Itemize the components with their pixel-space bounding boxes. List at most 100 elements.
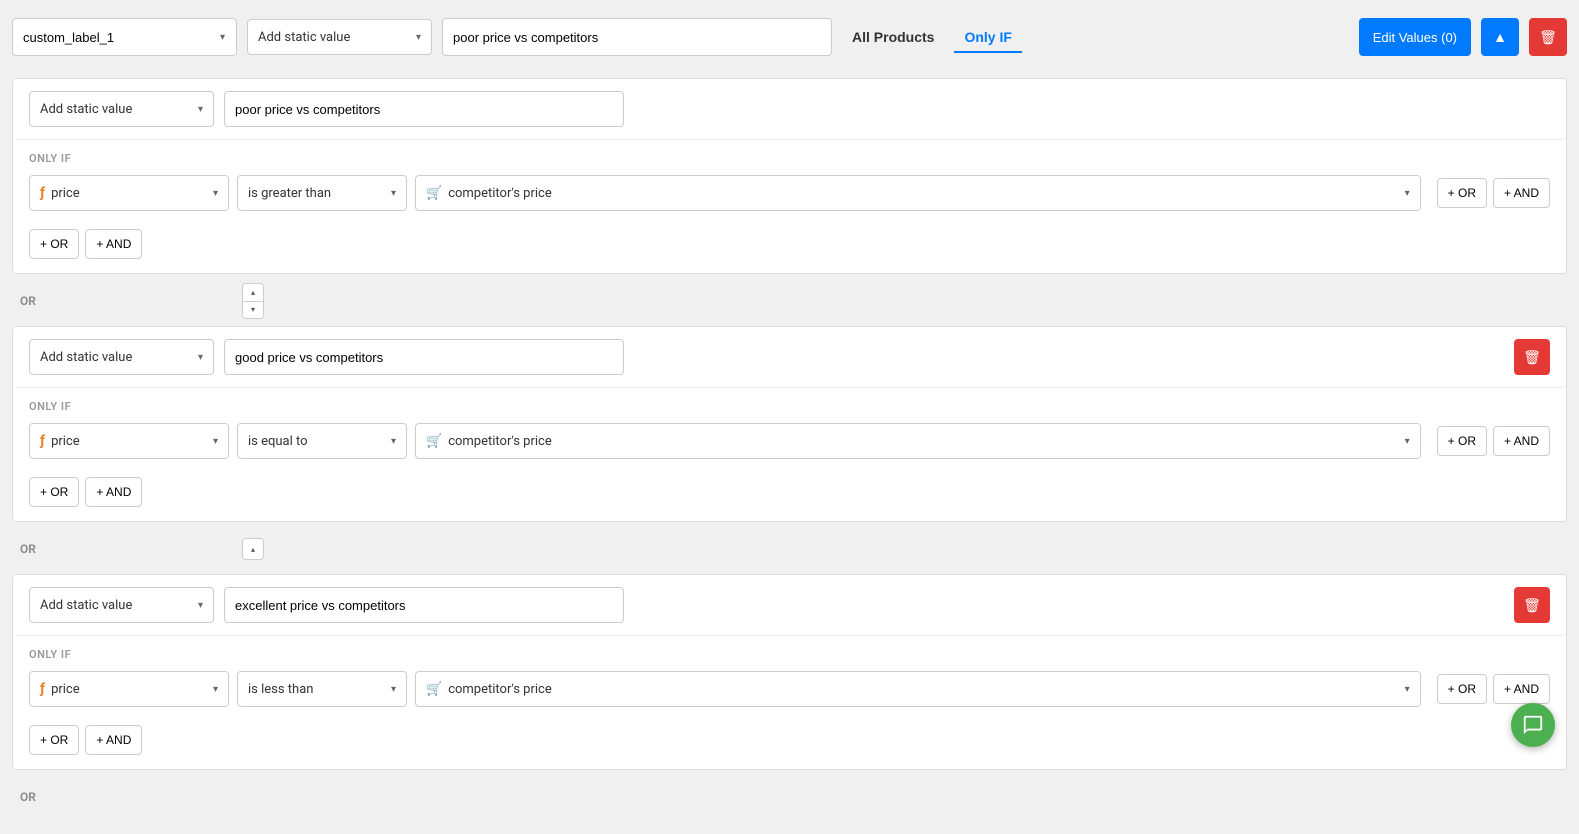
only-if-tab[interactable]: Only IF — [954, 23, 1021, 53]
label-chevron[interactable]: ▾ — [209, 18, 237, 56]
only-if-label-1: ONLY IF — [29, 152, 1550, 165]
reorder-btns-2: ▴ — [242, 538, 264, 560]
rule-3-only-if-header: ONLY IF ƒ price ▾ is less than ▾ 🛒 compe… — [13, 636, 1566, 721]
static-dropdown-label-2: Add static value — [40, 350, 132, 365]
or-label-3: OR — [20, 790, 36, 804]
action-btns-3: + OR + AND — [1437, 674, 1550, 704]
and-button-2[interactable]: + AND — [1493, 426, 1550, 456]
rule-1-value-input[interactable] — [224, 91, 624, 127]
only-if-label-2: ONLY IF — [29, 400, 1550, 413]
static-value-dropdown[interactable]: Add static value ▾ — [247, 19, 432, 55]
caret-icon-3: ▾ — [198, 600, 203, 611]
trash-icon-2: 🗑 — [1523, 349, 1541, 366]
caret-field-1: ▾ — [213, 188, 218, 199]
static-dropdown-label-1: Add static value — [40, 102, 132, 117]
condition-op-3[interactable]: is less than ▾ — [237, 671, 407, 707]
f-icon-3: ƒ — [40, 681, 45, 697]
bottom-btns-3: + OR + AND — [13, 721, 1566, 769]
delete-rule-3[interactable]: 🗑 — [1514, 587, 1550, 623]
static-dropdown-label-3: Add static value — [40, 598, 132, 613]
and-btn-bottom-1[interactable]: + AND — [85, 229, 142, 259]
and-button-1[interactable]: + AND — [1493, 178, 1550, 208]
static-dropdown-3[interactable]: Add static value ▾ — [29, 587, 214, 623]
condition-field-3[interactable]: ƒ price ▾ — [29, 671, 229, 707]
condition-field-label-3: price — [51, 682, 80, 697]
reorder-btns-1: ▴ ▾ — [242, 283, 264, 319]
edit-values-button[interactable]: Edit Values (0) — [1359, 18, 1471, 56]
f-icon-2: ƒ — [40, 433, 45, 449]
caret-icon: ▾ — [198, 104, 203, 115]
or-separator-3: OR — [12, 772, 1567, 822]
static-row-3: Add static value ▾ 🗑 — [13, 575, 1566, 636]
and-btn-bottom-3[interactable]: + AND — [85, 725, 142, 755]
condition-val-1[interactable]: 🛒 competitor's price ▾ — [415, 175, 1421, 211]
chat-bubble[interactable] — [1511, 703, 1555, 747]
condition-val-2[interactable]: 🛒 competitor's price ▾ — [415, 423, 1421, 459]
main-container: ▾ Add static value ▾ All Products Only I… — [0, 0, 1579, 834]
action-btns-1: + OR + AND — [1437, 178, 1550, 208]
static-row-1: Add static value ▾ — [13, 79, 1566, 140]
or-label-1: OR — [20, 294, 36, 308]
or-btn-bottom-3[interactable]: + OR — [29, 725, 79, 755]
reorder-up-1[interactable]: ▴ — [243, 284, 263, 302]
reorder-down-1[interactable]: ▾ — [243, 302, 263, 319]
condition-val-label-2: competitor's price — [448, 434, 552, 449]
value-input-1[interactable] — [442, 18, 832, 56]
condition-row-1: ƒ price ▾ is greater than ▾ 🛒 competitor… — [29, 175, 1550, 211]
or-button-1[interactable]: + OR — [1437, 178, 1487, 208]
condition-op-1[interactable]: is greater than ▾ — [237, 175, 407, 211]
caret-op-1: ▾ — [391, 188, 396, 199]
condition-field-label-2: price — [51, 434, 80, 449]
condition-field-1[interactable]: ƒ price ▾ — [29, 175, 229, 211]
static-dropdown-2[interactable]: Add static value ▾ — [29, 339, 214, 375]
condition-op-label-1: is greater than — [248, 186, 331, 201]
and-button-3[interactable]: + AND — [1493, 674, 1550, 704]
or-button-2[interactable]: + OR — [1437, 426, 1487, 456]
only-if-label-3: ONLY IF — [29, 648, 1550, 661]
trash-icon-3: 🗑 — [1523, 597, 1541, 614]
condition-val-label-1: competitor's price — [448, 186, 552, 201]
rule-block-1: Add static value ▾ ONLY IF ƒ price ▾ is … — [12, 78, 1567, 274]
caret-icon-2: ▾ — [198, 352, 203, 363]
rule-2-value-input[interactable] — [224, 339, 624, 375]
condition-val-3[interactable]: 🛒 competitor's price ▾ — [415, 671, 1421, 707]
caret-val-1: ▾ — [1405, 188, 1410, 199]
static-value-label: Add static value — [258, 30, 350, 45]
delete-rule-2[interactable]: 🗑 — [1514, 339, 1550, 375]
condition-op-label-2: is equal to — [248, 434, 308, 449]
custom-label-input[interactable] — [12, 18, 209, 56]
action-btns-2: + OR + AND — [1437, 426, 1550, 456]
condition-val-label-3: competitor's price — [448, 682, 552, 697]
condition-field-2[interactable]: ƒ price ▾ — [29, 423, 229, 459]
caret-op-3: ▾ — [391, 684, 396, 695]
or-label-2: OR — [20, 542, 36, 556]
rule-3-value-input[interactable] — [224, 587, 624, 623]
caret-field-2: ▾ — [213, 436, 218, 447]
chat-icon — [1522, 714, 1544, 736]
rule-2-only-if-header: ONLY IF ƒ price ▾ is equal to ▾ 🛒 compet… — [13, 388, 1566, 473]
or-btn-bottom-1[interactable]: + OR — [29, 229, 79, 259]
trash-icon: 🗑 — [1539, 29, 1557, 46]
move-up-button[interactable]: ▲ — [1481, 18, 1519, 56]
condition-row-3: ƒ price ▾ is less than ▾ 🛒 competitor's … — [29, 671, 1550, 707]
reorder-up-2[interactable]: ▴ — [243, 539, 263, 559]
rule-1-only-if-header: ONLY IF ƒ price ▾ is greater than ▾ 🛒 co… — [13, 140, 1566, 225]
or-btn-bottom-2[interactable]: + OR — [29, 477, 79, 507]
delete-top-button[interactable]: 🗑 — [1529, 18, 1567, 56]
reorder-control-2: ▴ — [242, 538, 264, 560]
label-box: ▾ — [12, 18, 237, 56]
static-dropdown-1[interactable]: Add static value ▾ — [29, 91, 214, 127]
caret-val-3: ▾ — [1405, 684, 1410, 695]
condition-op-2[interactable]: is equal to ▾ — [237, 423, 407, 459]
cart-icon-2: 🛒 — [426, 434, 442, 449]
rule-block-2: Add static value ▾ 🗑 ONLY IF ƒ price ▾ — [12, 326, 1567, 522]
condition-row-2: ƒ price ▾ is equal to ▾ 🛒 competitor's p… — [29, 423, 1550, 459]
or-button-3[interactable]: + OR — [1437, 674, 1487, 704]
rule-block-3: Add static value ▾ 🗑 ONLY IF ƒ price ▾ — [12, 574, 1567, 770]
bottom-btns-2: + OR + AND — [13, 473, 1566, 521]
cart-icon-1: 🛒 — [426, 186, 442, 201]
bottom-btns-1: + OR + AND — [13, 225, 1566, 273]
and-btn-bottom-2[interactable]: + AND — [85, 477, 142, 507]
top-row: ▾ Add static value ▾ All Products Only I… — [12, 12, 1567, 62]
all-products-tab[interactable]: All Products — [842, 23, 944, 51]
